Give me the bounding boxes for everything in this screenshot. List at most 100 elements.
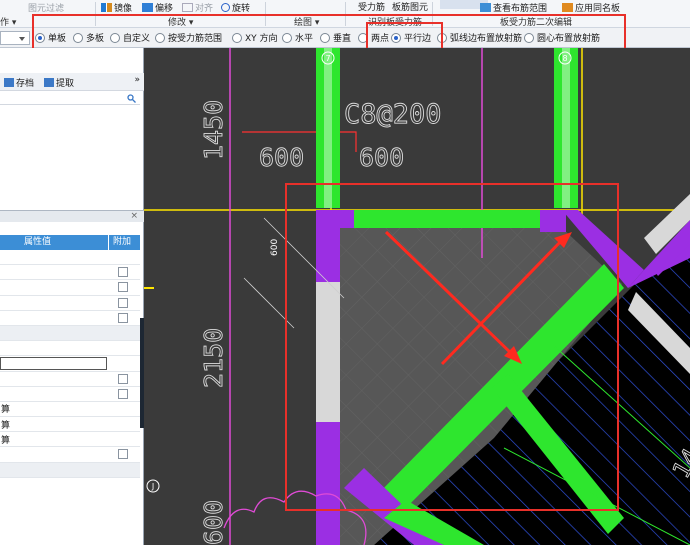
- rotate-icon: [221, 3, 230, 12]
- property-row[interactable]: [0, 387, 140, 402]
- properties-header: ×: [0, 210, 144, 222]
- property-row[interactable]: 算: [0, 432, 140, 448]
- option-multi-slab[interactable]: 多板: [73, 31, 104, 44]
- property-row[interactable]: [0, 356, 140, 372]
- option-single-slab[interactable]: 单板: [35, 31, 66, 44]
- mirror-label: 镜像: [114, 4, 133, 14]
- filter-button[interactable]: 图元过滤: [28, 1, 64, 14]
- filter-label: 图元过滤: [28, 4, 65, 14]
- dimension-600-right: 600: [359, 143, 404, 172]
- edit-group-label: 板受力筋二次编辑: [500, 18, 573, 28]
- extra-checkbox[interactable]: [118, 449, 128, 460]
- option-label: 弧线边布置放射筋: [450, 34, 523, 44]
- radio-icon: [110, 32, 120, 43]
- close-icon[interactable]: ×: [130, 211, 138, 221]
- dimension-2150: 2150: [199, 328, 228, 388]
- extract-button[interactable]: 提取: [44, 76, 74, 89]
- extra-checkbox[interactable]: [118, 297, 128, 308]
- component-toolbar: 存档 提取 »: [0, 73, 144, 91]
- option-parallel-edge[interactable]: 平行边: [391, 31, 431, 44]
- align-button[interactable]: 对齐: [182, 1, 213, 14]
- identify-group-label: 识别板受力筋: [368, 18, 423, 28]
- mirror-button[interactable]: 镜像: [101, 1, 132, 14]
- rotate-button[interactable]: 旋转: [221, 1, 250, 14]
- option-label: XY 方向: [245, 34, 278, 44]
- radio-icon: [282, 32, 292, 43]
- extract-icon: [44, 78, 54, 87]
- beam-left-gap: [316, 282, 340, 422]
- properties-rows: 算算算: [0, 250, 140, 478]
- axis-label-j: J: [151, 482, 154, 491]
- extract-label: 提取: [56, 79, 75, 89]
- property-row-text: 算: [1, 405, 11, 416]
- property-row[interactable]: [0, 296, 140, 311]
- property-row-text: 算: [1, 420, 11, 431]
- layer-combo[interactable]: [0, 31, 30, 45]
- align-icon: [182, 3, 193, 12]
- column-top-left-corner: [340, 210, 354, 228]
- property-row[interactable]: [0, 341, 140, 357]
- radio-icon: [391, 32, 401, 43]
- search-input[interactable]: [0, 93, 140, 105]
- column-left-bottom: [316, 422, 340, 545]
- property-row-text: 算: [1, 435, 11, 446]
- identify-rebar-label: 受力筋: [358, 3, 386, 13]
- properties-table: 属性值 附加 算算算: [0, 235, 140, 478]
- dimension-600-small: 600: [270, 239, 280, 256]
- option-arc-radial[interactable]: 弧线边布置放射筋: [437, 31, 522, 44]
- property-row[interactable]: [0, 447, 140, 463]
- option-label: 自定义: [123, 34, 151, 44]
- option-horizontal[interactable]: 水平: [282, 31, 313, 44]
- property-value-input[interactable]: [0, 357, 107, 371]
- option-custom[interactable]: 自定义: [110, 31, 150, 44]
- col-header-value: 属性值: [24, 237, 52, 247]
- property-row[interactable]: [0, 372, 140, 387]
- option-vertical[interactable]: 垂直: [320, 31, 351, 44]
- radio-icon: [155, 32, 165, 43]
- extra-checkbox[interactable]: [118, 312, 128, 323]
- property-group-row[interactable]: [0, 462, 140, 478]
- property-row[interactable]: 算: [0, 402, 140, 418]
- property-group-row[interactable]: [0, 325, 140, 342]
- property-row[interactable]: [0, 250, 140, 266]
- modify-group-label: 修改 ▾: [168, 18, 194, 28]
- save-archive-button[interactable]: 存档: [4, 76, 34, 89]
- apply-same-icon: [562, 3, 573, 12]
- property-row[interactable]: [0, 311, 140, 326]
- extra-checkbox[interactable]: [118, 267, 128, 278]
- left-group-label: 作 ▾: [0, 18, 17, 28]
- drawing-canvas[interactable]: 7 8 J C8@200 600 600 1450 2150 600 600 1…: [144, 48, 690, 545]
- identify-rebar-button[interactable]: 受力筋: [358, 0, 385, 13]
- offset-button[interactable]: 偏移: [142, 1, 173, 14]
- option-label: 按受力筋范围: [168, 34, 223, 44]
- save-archive-label: 存档: [16, 79, 35, 89]
- option-xy-direction[interactable]: XY 方向: [232, 31, 278, 44]
- radio-icon: [35, 32, 45, 43]
- save-icon: [4, 78, 14, 87]
- view-layout-range-button[interactable]: 查看布筋范围: [480, 1, 547, 14]
- option-center-radial[interactable]: 圆心布置放射筋: [524, 31, 600, 44]
- option-by-range[interactable]: 按受力筋范围: [155, 31, 222, 44]
- radio-icon: [437, 32, 447, 43]
- apply-same-name-button[interactable]: 应用同名板: [562, 1, 620, 14]
- cad-drawing[interactable]: 7 8 J C8@200 600 600 1450 2150 600 600 1…: [144, 48, 690, 545]
- axis-label-8: 8: [562, 54, 567, 63]
- property-row[interactable]: [0, 280, 140, 296]
- extra-checkbox[interactable]: [118, 282, 128, 293]
- dimension-1450: 1450: [199, 100, 228, 160]
- extra-checkbox[interactable]: [118, 388, 128, 399]
- column-left-top: [316, 210, 340, 282]
- option-label: 水平: [295, 34, 314, 44]
- radio-icon: [73, 32, 83, 43]
- identify-slab-rebar-button[interactable]: 板筋图元: [392, 0, 428, 13]
- property-row[interactable]: [0, 265, 140, 281]
- dimension-600-bottom: 600: [199, 500, 228, 545]
- column-top-right: [540, 210, 566, 232]
- option-label: 单板: [48, 34, 67, 44]
- search-icon[interactable]: [127, 94, 136, 103]
- extra-checkbox[interactable]: [118, 373, 128, 384]
- radio-icon: [358, 32, 368, 43]
- option-two-points[interactable]: 两点: [358, 31, 389, 44]
- expand-icon[interactable]: »: [134, 75, 140, 85]
- property-row[interactable]: 算: [0, 417, 140, 433]
